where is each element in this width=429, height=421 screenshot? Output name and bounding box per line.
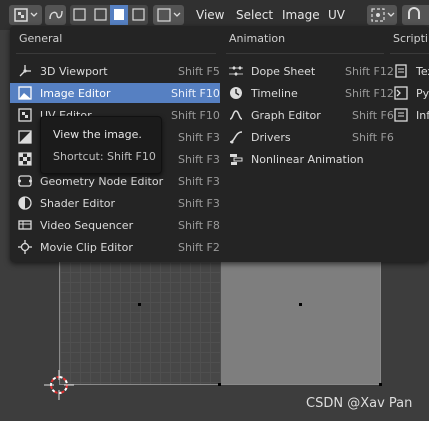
timeline-icon [230, 87, 242, 99]
menu-item-info[interactable]: Info [386, 105, 429, 125]
dope-sheet-icon [229, 66, 243, 76]
drivers-icon [229, 131, 243, 144]
image-plane [221, 262, 381, 385]
item-shortcut: Shift F10 [171, 87, 220, 100]
divider [390, 53, 429, 54]
item-label: Info [416, 109, 429, 122]
python-console-icon [394, 86, 408, 100]
tooltip: View the image. Shortcut: Shift F10 [40, 116, 162, 174]
select-mode-group [70, 5, 148, 25]
image-editor-icon [18, 86, 32, 100]
item-label: Image Editor [40, 87, 111, 100]
texture-node-icon [18, 152, 32, 166]
item-label: Dope Sheet [251, 65, 316, 78]
face-mode-icon [114, 9, 124, 20]
menu-uv[interactable]: UV [328, 8, 345, 22]
menu-item-movie-clip-editor[interactable]: Movie Clip Editor Shift F2 [10, 237, 220, 257]
menu-item-image-editor[interactable]: Image Editor Shift F10 [10, 83, 220, 103]
column-title-general: General [19, 32, 63, 45]
magnet-icon [408, 7, 420, 19]
watermark: CSDN @Xav Pan [306, 396, 413, 411]
compositor-icon [18, 130, 32, 144]
menu-select[interactable]: Select [236, 8, 273, 22]
pivot-icon [371, 8, 395, 22]
movie-clip-icon [18, 240, 32, 254]
uv-grid-canvas [59, 262, 222, 385]
item-shortcut: Shift F2 [178, 241, 220, 254]
vertex-marker [379, 383, 382, 386]
menu-item-timeline[interactable]: Timeline Shift F12 [221, 83, 394, 103]
uv-sync-button[interactable] [45, 5, 66, 25]
menu-item-video-sequencer[interactable]: Video Sequencer Shift F8 [10, 215, 220, 235]
menu-item-geometry-node-editor[interactable]: Geometry Node Editor Shift F3 [10, 171, 220, 191]
item-shortcut: Shift F3 [178, 131, 220, 144]
geometry-node-icon [18, 175, 32, 187]
image-editor-icon [14, 8, 38, 22]
item-label: Tex [416, 65, 429, 78]
cursor-2d-icon[interactable] [44, 370, 74, 400]
vertex-marker [138, 303, 141, 306]
item-label: Video Sequencer [40, 219, 134, 232]
menu-item-graph-editor[interactable]: Graph Editor Shift F6 [221, 105, 394, 125]
snap-toggle[interactable] [402, 5, 429, 25]
shader-editor-icon [18, 196, 32, 210]
pivot-dropdown[interactable] [367, 5, 397, 25]
info-icon [394, 108, 408, 122]
tooltip-description: View the image. [53, 128, 142, 141]
item-label: Pyt [416, 87, 429, 100]
column-title-animation: Animation [229, 32, 286, 45]
video-sequencer-icon [18, 220, 32, 230]
item-label: Nonlinear Animation [251, 153, 364, 166]
island-mode-icon [132, 8, 145, 21]
item-label: Drivers [251, 131, 291, 144]
menu-view[interactable]: View [196, 8, 224, 22]
menu-item-dope-sheet[interactable]: Dope Sheet Shift F12 [221, 61, 394, 81]
menu-item-drivers[interactable]: Drivers Shift F6 [221, 127, 394, 147]
editor-type-button[interactable] [9, 5, 42, 25]
tooltip-shortcut: Shortcut: Shift F10 [53, 150, 156, 163]
menu-item-nonlinear-animation[interactable]: Nonlinear Animation [221, 149, 385, 169]
vertex-marker [218, 383, 221, 386]
text-editor-icon [395, 64, 407, 78]
menu-item-shader-editor[interactable]: Shader Editor Shift F3 [10, 193, 220, 213]
item-label: Movie Clip Editor [40, 241, 133, 254]
uv-editor-icon [18, 108, 32, 122]
item-shortcut: Shift F10 [171, 109, 220, 122]
item-shortcut: Shift F8 [178, 219, 220, 232]
column-title-scripting: Scriptin [393, 32, 429, 45]
item-shortcut: Shift F6 [352, 131, 394, 144]
item-label: 3D Viewport [40, 65, 108, 78]
uv-sync-icon [49, 10, 63, 20]
item-label: Shader Editor [40, 197, 116, 210]
vertex-marker [299, 303, 302, 306]
edge-mode-icon [94, 8, 107, 21]
sticky-select-icon [157, 8, 181, 22]
item-shortcut: Shift F3 [178, 197, 220, 210]
menu-item-3d-viewport[interactable]: 3D Viewport Shift F5 [10, 61, 220, 81]
item-label: Graph Editor [251, 109, 321, 122]
3d-viewport-icon [19, 65, 31, 77]
menu-item-text-editor[interactable]: Tex [386, 61, 429, 81]
item-label: Timeline [251, 87, 298, 100]
graph-editor-icon [229, 110, 243, 120]
menu-image[interactable]: Image [282, 8, 320, 22]
nla-icon [230, 154, 243, 165]
divider [16, 53, 216, 54]
item-shortcut: Shift F3 [178, 153, 220, 166]
item-label: Geometry Node Editor [40, 175, 164, 188]
sticky-select-dropdown[interactable] [153, 5, 184, 25]
vertex-mode-icon [73, 8, 86, 21]
menu-item-python-console[interactable]: Pyt [386, 83, 429, 103]
item-shortcut: Shift F5 [178, 65, 220, 78]
divider [226, 53, 384, 54]
item-shortcut: Shift F3 [178, 175, 220, 188]
